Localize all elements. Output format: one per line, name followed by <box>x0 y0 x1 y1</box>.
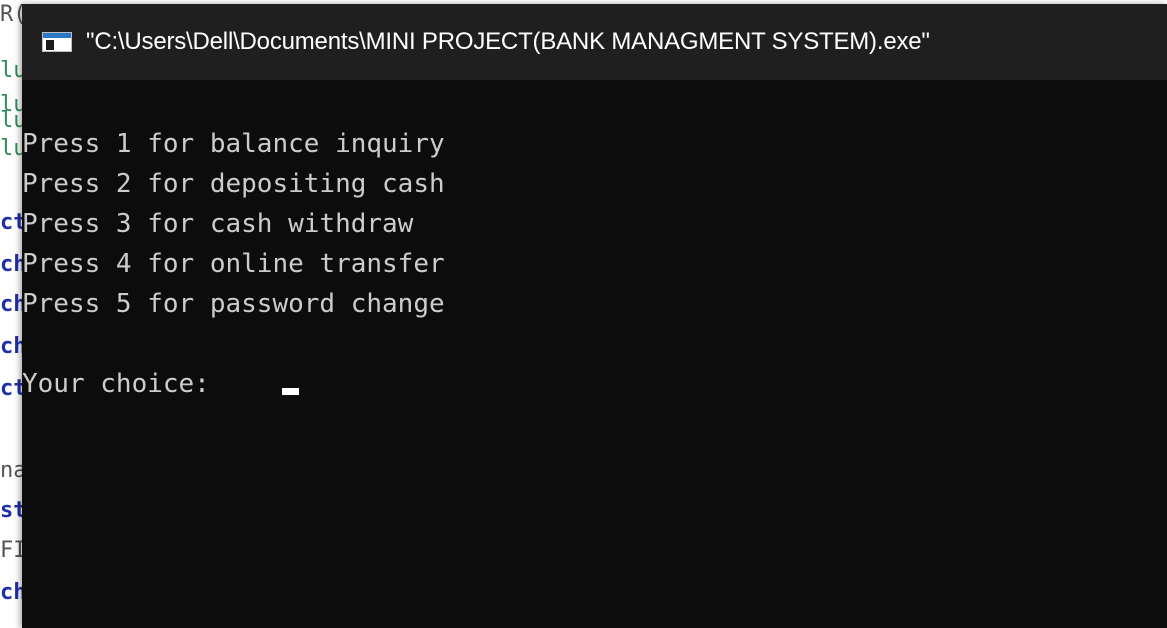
editor-line: lu <box>0 136 24 161</box>
menu-option-online-transfer: Press 4 for online transfer <box>22 249 445 279</box>
background-code-editor: R( lu lu lu lu ct ch ch ch ct na st FI c… <box>0 0 24 628</box>
editor-line: lu <box>0 58 24 83</box>
editor-line: R( <box>0 2 24 27</box>
menu-option-depositing-cash: Press 2 for depositing cash <box>22 169 445 199</box>
editor-line: na <box>0 458 24 483</box>
editor-line: ch <box>0 580 24 605</box>
menu-option-balance-inquiry: Press 1 for balance inquiry <box>22 129 445 159</box>
text-cursor <box>281 388 299 395</box>
menu-option-password-change: Press 5 for password change <box>22 289 445 319</box>
window-titlebar[interactable]: "C:\Users\Dell\Documents\MINI PROJECT(BA… <box>22 4 1167 80</box>
desktop-stage: R( lu lu lu lu ct ch ch ch ct na st FI c… <box>0 0 1167 628</box>
editor-line: ch <box>0 252 24 277</box>
choice-prompt: Your choice: <box>22 369 210 399</box>
editor-line: ch <box>0 292 24 317</box>
console-app-icon[interactable] <box>42 32 72 52</box>
choice-prompt-row[interactable]: Your choice: <box>22 364 1167 404</box>
editor-line: ch <box>0 334 24 359</box>
editor-line: ct <box>0 376 24 401</box>
menu-option-cash-withdraw: Press 3 for cash withdraw <box>22 209 414 239</box>
editor-line: ct <box>0 210 24 235</box>
editor-line: st <box>0 498 24 523</box>
window-title: "C:\Users\Dell\Documents\MINI PROJECT(BA… <box>86 28 930 55</box>
editor-line: lu <box>0 108 24 133</box>
console-window[interactable]: "C:\Users\Dell\Documents\MINI PROJECT(BA… <box>22 4 1167 628</box>
console-output[interactable]: Press 1 for balance inquiry Press 2 for … <box>22 124 1167 404</box>
editor-line: FI <box>0 538 24 563</box>
